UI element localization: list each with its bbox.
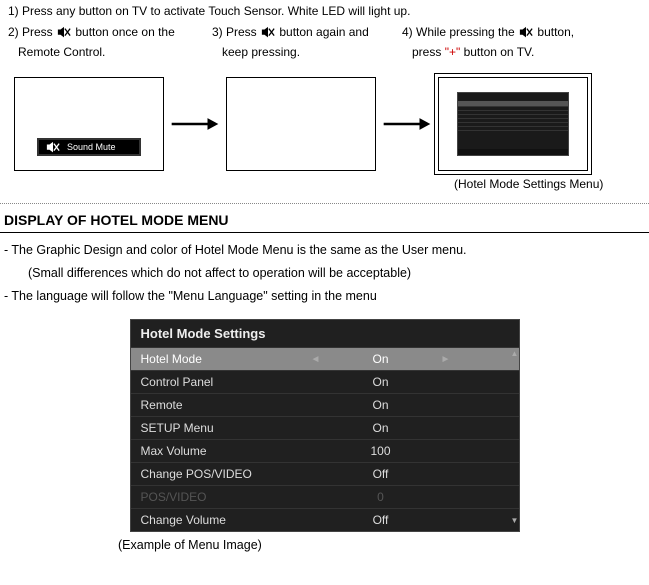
menu-title: Hotel Mode Settings <box>131 320 519 347</box>
menu-row[interactable]: Max Volume 100 <box>131 439 519 462</box>
tv-screen-blank <box>226 77 376 171</box>
step-3-line1: 3) Press button again and <box>208 24 398 41</box>
body-line-1: - The Graphic Design and color of Hotel … <box>0 239 649 262</box>
body-line-2: (Small differences which do not affect t… <box>0 262 649 285</box>
scroll-down-icon[interactable]: ▼ <box>511 517 517 525</box>
mute-icon <box>261 26 275 38</box>
step-4-line2: press "+" button on TV. <box>398 44 618 61</box>
menu-row[interactable]: Change Volume Off <box>131 508 519 531</box>
menu-row[interactable]: Hotel Mode◄On► <box>131 347 519 370</box>
step-2-post: button once on the <box>75 25 174 39</box>
body-line-3: - The language will follow the "Menu Lan… <box>0 285 649 308</box>
menu-row-key: Hotel Mode <box>141 352 301 366</box>
diagram-caption-row: (Hotel Mode Settings Menu) <box>0 173 649 201</box>
menu-row-key: Control Panel <box>141 375 301 389</box>
menu-row-key: Change POS/VIDEO <box>141 467 301 481</box>
menu-row-key: Max Volume <box>141 444 301 458</box>
menu-row-value: On <box>331 375 431 389</box>
step-2-line2: Remote Control. <box>8 44 208 61</box>
steps-row-bottom: Remote Control. keep pressing. press "+"… <box>0 42 649 63</box>
step-4c-post: button on TV. <box>464 45 535 59</box>
menu-scrollbar[interactable]: ▲ ▼ <box>511 350 517 525</box>
hotel-menu-small-title <box>458 93 568 101</box>
step-4c-pre: press <box>412 45 445 59</box>
step-4c-plus: "+" <box>445 45 461 59</box>
step-4-pre: 4) While pressing the <box>402 25 518 39</box>
menu-row-key: SETUP Menu <box>141 421 301 435</box>
example-caption: (Example of Menu Image) <box>0 532 649 552</box>
menu-row-value: 0 <box>331 490 431 504</box>
hotel-menu-small <box>457 92 569 156</box>
menu-row-key: POS/VIDEO <box>141 490 301 504</box>
menu-row[interactable]: SETUP Menu On <box>131 416 519 439</box>
step-4-post: button, <box>537 25 574 39</box>
sound-mute-label: Sound Mute <box>67 142 133 152</box>
arrow-right-icon <box>170 114 220 134</box>
menu-row-value: Off <box>331 467 431 481</box>
hotel-mode-menu: Hotel Mode Settings Hotel Mode◄On►Contro… <box>130 319 520 532</box>
arrow-right-icon <box>382 114 432 134</box>
menu-row-value: On <box>331 398 431 412</box>
diagram-caption: (Hotel Mode Settings Menu) <box>454 177 649 191</box>
tv-screen-soundmute: Sound Mute <box>14 77 164 171</box>
step-3-line2: keep pressing. <box>208 44 398 61</box>
menu-row-value: On <box>331 421 431 435</box>
step-1-text: 1) Press any button on TV to activate To… <box>0 0 649 22</box>
mute-icon <box>519 26 533 38</box>
section-title: DISPLAY OF HOTEL MODE MENU <box>0 210 649 232</box>
mute-icon <box>46 141 60 153</box>
step-3-pre: 3) Press <box>212 25 260 39</box>
menu-row-value: On <box>331 352 431 366</box>
divider-dotted <box>0 203 649 204</box>
menu-row-key: Change Volume <box>141 513 301 527</box>
step-2-line1: 2) Press button once on the <box>8 24 208 41</box>
menu-row-key: Remote <box>141 398 301 412</box>
diagram-row: Sound Mute <box>0 63 649 173</box>
menu-row[interactable]: Remote On <box>131 393 519 416</box>
arrow-left-icon[interactable]: ◄ <box>301 354 331 365</box>
scroll-up-icon[interactable]: ▲ <box>511 350 517 358</box>
menu-large-wrap: Hotel Mode Settings Hotel Mode◄On►Contro… <box>0 307 649 532</box>
divider-solid <box>0 232 649 233</box>
menu-row-value: Off <box>331 513 431 527</box>
menu-row[interactable]: POS/VIDEO 0 <box>131 485 519 508</box>
step-4-line1: 4) While pressing the button, <box>398 24 618 41</box>
menu-row[interactable]: Change POS/VIDEO Off <box>131 462 519 485</box>
steps-row-top: 2) Press button once on the 3) Press but… <box>0 22 649 43</box>
menu-row[interactable]: Control Panel On <box>131 370 519 393</box>
step-3-post: button again and <box>279 25 368 39</box>
tv-screen-hotelmenu <box>438 77 588 171</box>
step-2-pre: 2) Press <box>8 25 56 39</box>
mute-icon <box>57 26 71 38</box>
arrow-right-icon[interactable]: ► <box>431 354 461 365</box>
sound-mute-banner: Sound Mute <box>37 138 141 156</box>
menu-row-value: 100 <box>331 444 431 458</box>
